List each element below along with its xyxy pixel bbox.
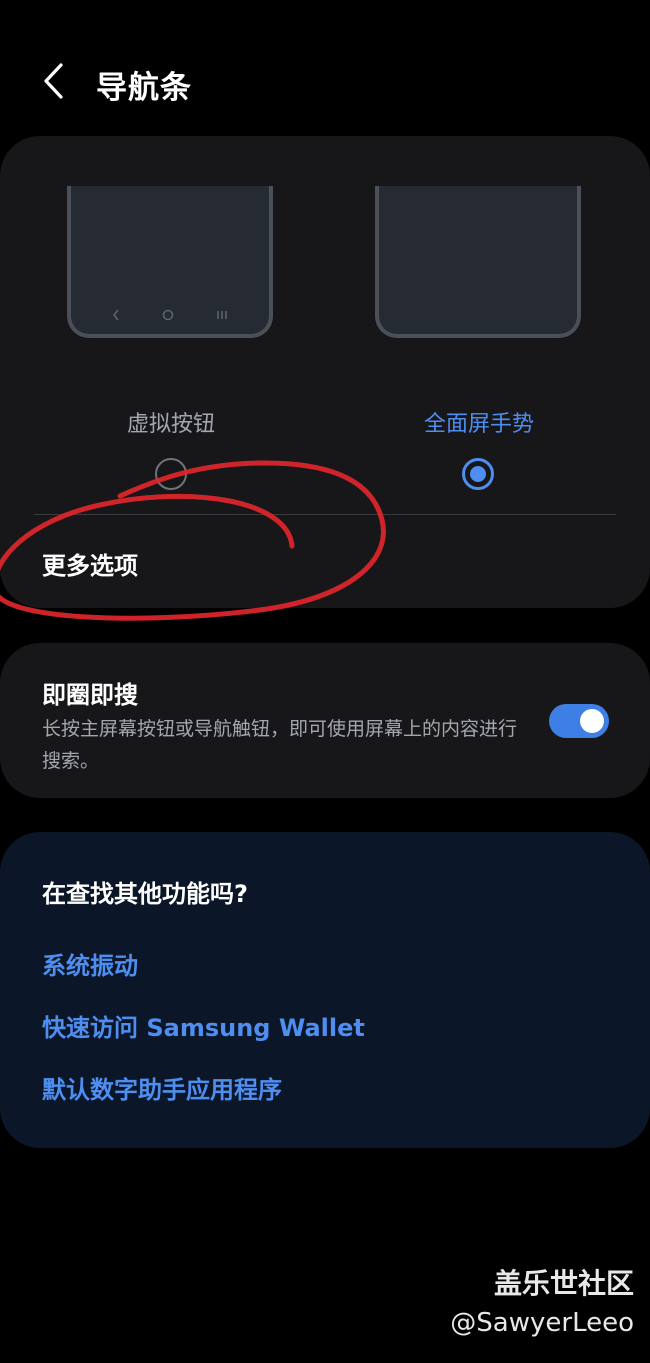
circle-to-search-card: 即圈即搜 长按主屏幕按钮或导航触钮，即可使用屏幕上的内容进行搜索。 [0, 643, 650, 798]
suggestion-link-system-vibration[interactable]: 系统振动 [42, 946, 138, 981]
option-label-buttons[interactable]: 虚拟按钮 [51, 406, 291, 438]
chevron-left-icon [44, 63, 63, 99]
mini-navbar [71, 306, 269, 324]
suggestions-card: 在查找其他功能吗? 系统振动 快速访问 Samsung Wallet 默认数字助… [0, 832, 650, 1148]
watermark-handle: @SawyerLeeo [450, 1308, 634, 1338]
divider [34, 514, 616, 515]
mini-home-icon [162, 309, 174, 321]
circle-to-search-title: 即圈即搜 [42, 681, 138, 709]
navigation-type-card: 虚拟按钮 全面屏手势 更多选项 [0, 136, 650, 608]
app-header: 导航条 [0, 44, 650, 124]
suggestions-title: 在查找其他功能吗? [42, 880, 248, 908]
buttons-preview-image[interactable] [67, 186, 273, 338]
mini-back-icon [112, 309, 119, 321]
circle-to-search-description: 长按主屏幕按钮或导航触钮，即可使用屏幕上的内容进行搜索。 [42, 718, 518, 772]
radio-gestures-selected[interactable] [462, 458, 494, 490]
more-options-item[interactable]: 更多选项 [42, 546, 138, 581]
mini-recents-icon [217, 311, 227, 319]
option-label-gestures[interactable]: 全面屏手势 [359, 406, 599, 438]
radio-selected-dot [470, 466, 486, 482]
back-button[interactable] [30, 58, 76, 104]
suggestion-link-digital-assistant[interactable]: 默认数字助手应用程序 [42, 1070, 282, 1105]
circle-to-search-toggle[interactable] [549, 704, 609, 738]
watermark-title: 盖乐世社区 [493, 1267, 634, 1300]
page-title: 导航条 [96, 70, 192, 106]
radio-buttons-unselected[interactable] [155, 458, 187, 490]
suggestion-link-samsung-wallet[interactable]: 快速访问 Samsung Wallet [42, 1008, 365, 1043]
gestures-preview-image[interactable] [375, 186, 581, 338]
toggle-knob [580, 709, 604, 733]
